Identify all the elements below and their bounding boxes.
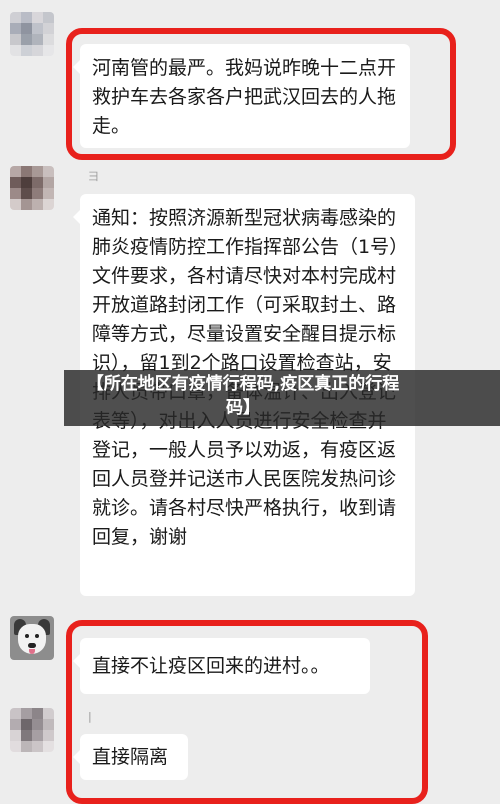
- message-bubble[interactable]: 直接隔离: [73, 734, 188, 780]
- caption-text: 【所在地区有疫情行程码,疫区真正的行程码】: [86, 374, 400, 418]
- avatar[interactable]: [10, 166, 54, 210]
- message-row: | 直接隔离: [0, 700, 500, 794]
- pixelated-avatar-image: [10, 166, 54, 210]
- pixelated-avatar-image: [10, 708, 54, 752]
- dog-avatar-image: [10, 616, 54, 660]
- message-row: 河南管的最严。我妈说昨晚十二点开救护车去各家各户把武汉回去的人拖走。: [0, 0, 500, 160]
- avatar[interactable]: [10, 12, 54, 56]
- avatar[interactable]: [10, 616, 54, 660]
- avatar[interactable]: [10, 708, 54, 752]
- pixelated-avatar-image: [10, 12, 54, 56]
- message-text: 直接隔离: [92, 746, 169, 768]
- sender-name: |: [88, 710, 92, 723]
- message-row: 直接不让疫区回来的进村。。: [0, 610, 500, 804]
- sender-name: 彐: [88, 170, 99, 183]
- highlight-box: [66, 28, 456, 160]
